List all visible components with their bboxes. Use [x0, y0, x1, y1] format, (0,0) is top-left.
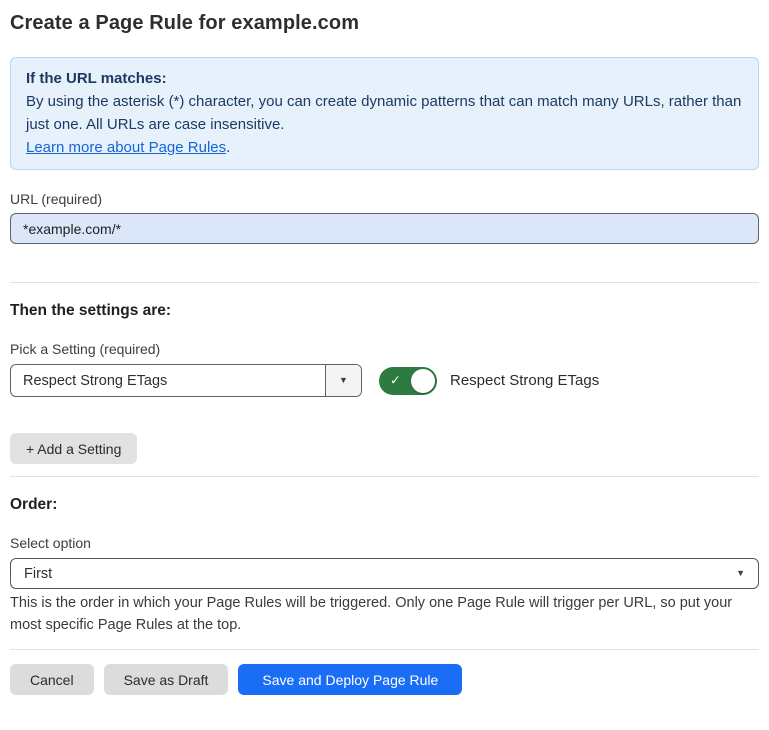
order-select[interactable]: First ▼ — [10, 558, 759, 589]
setting-select-value: Respect Strong ETags — [11, 373, 325, 389]
check-icon: ✓ — [390, 372, 401, 388]
url-input[interactable] — [10, 213, 759, 244]
toggle-knob — [411, 369, 435, 393]
save-draft-button[interactable]: Save as Draft — [104, 664, 229, 695]
save-deploy-button[interactable]: Save and Deploy Page Rule — [238, 664, 462, 695]
toggle-label: Respect Strong ETags — [450, 372, 599, 389]
cancel-button[interactable]: Cancel — [10, 664, 94, 695]
info-box-heading: If the URL matches: — [26, 67, 743, 90]
page-rule-form: Create a Page Rule for example.com If th… — [0, 12, 769, 695]
settings-section-heading: Then the settings are: — [10, 302, 759, 320]
link-period: . — [226, 139, 230, 156]
divider — [10, 649, 759, 650]
pick-setting-label: Pick a Setting (required) — [10, 341, 759, 357]
setting-select[interactable]: Respect Strong ETags ▼ — [10, 364, 362, 397]
order-help-text: This is the order in which your Page Rul… — [10, 593, 755, 636]
learn-more-link[interactable]: Learn more about Page Rules — [26, 139, 226, 156]
form-actions: Cancel Save as Draft Save and Deploy Pag… — [10, 664, 759, 695]
divider — [10, 476, 759, 477]
setting-row: Respect Strong ETags ▼ ✓ Respect Strong … — [10, 364, 759, 397]
order-select-label: Select option — [10, 535, 759, 551]
add-setting-button[interactable]: + Add a Setting — [10, 433, 137, 464]
divider — [10, 282, 759, 283]
order-select-value: First — [24, 566, 736, 582]
info-box-body: By using the asterisk (*) character, you… — [26, 90, 743, 159]
page-title: Create a Page Rule for example.com — [10, 12, 759, 35]
chevron-down-icon: ▼ — [339, 376, 348, 385]
order-section-heading: Order: — [10, 496, 759, 514]
url-field-label: URL (required) — [10, 191, 759, 207]
url-match-info-box: If the URL matches: By using the asteris… — [10, 57, 759, 170]
setting-select-arrow-button[interactable]: ▼ — [325, 365, 361, 396]
respect-strong-etags-toggle[interactable]: ✓ — [379, 367, 437, 395]
chevron-down-icon: ▼ — [736, 569, 745, 578]
